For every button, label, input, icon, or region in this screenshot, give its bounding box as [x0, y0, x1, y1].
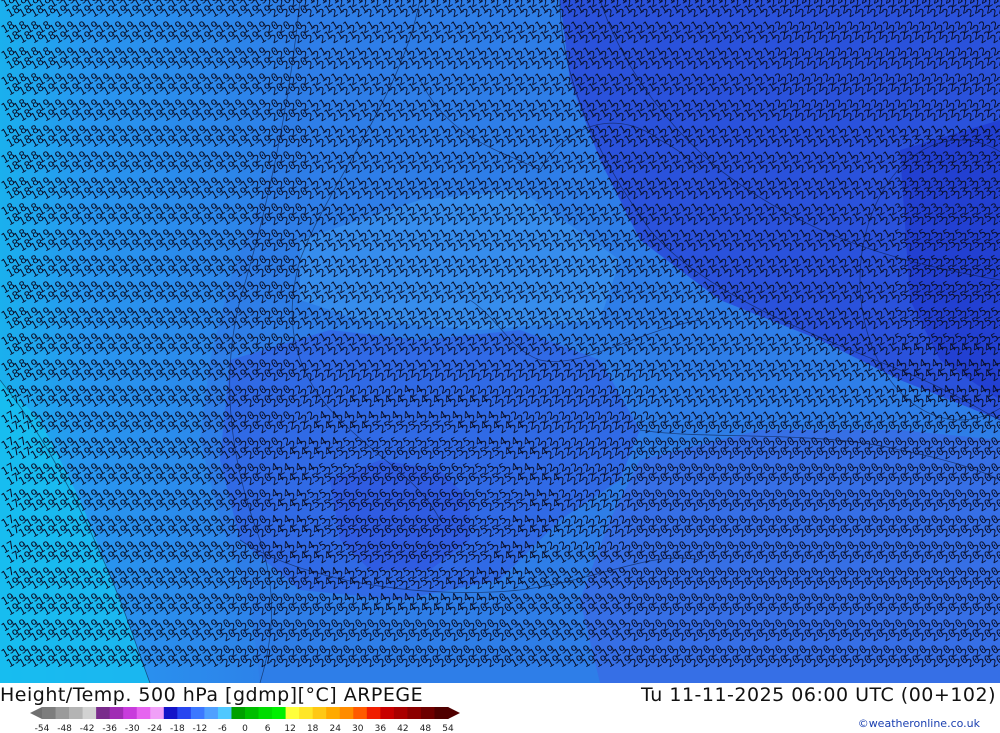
legend-swatch — [326, 707, 341, 719]
legend-swatch — [366, 707, 381, 719]
legend-tick-label: 6 — [265, 724, 271, 733]
legend-swatch — [150, 707, 165, 719]
legend-tick-label: -42 — [80, 724, 95, 733]
legend-arrow-left — [30, 707, 42, 719]
legend-tick-label: 0 — [242, 724, 248, 733]
legend-swatch — [245, 707, 260, 719]
legend-swatch — [96, 707, 111, 719]
map-title: Height/Temp. 500 hPa [gdmp][°C] ARPEGE — [0, 684, 423, 706]
legend-tick-label: 30 — [352, 724, 364, 733]
legend-swatch — [109, 707, 124, 719]
legend-swatch — [312, 707, 327, 719]
legend-swatch — [407, 707, 422, 719]
legend-arrow-right — [448, 707, 460, 719]
legend-tick-label: 12 — [284, 724, 295, 733]
legend-swatch — [380, 707, 395, 719]
legend-tick-label: -24 — [147, 724, 162, 733]
legend-swatch — [69, 707, 84, 719]
legend-swatch — [217, 707, 232, 719]
legend-swatch — [231, 707, 246, 719]
legend-swatch — [272, 707, 287, 719]
legend-tick-label: -48 — [57, 724, 72, 733]
legend-tick-label: 24 — [329, 724, 341, 733]
legend-tick-label: -6 — [218, 724, 227, 733]
legend-swatch — [82, 707, 97, 719]
legend-tick-label: 36 — [375, 724, 387, 733]
map-canvas: 1818181819191919191919191919191919191919… — [0, 0, 1000, 683]
legend-tick-label: 42 — [397, 724, 408, 733]
legend-swatch — [123, 707, 138, 719]
legend-swatch — [177, 707, 192, 719]
legend-tick-label: 48 — [420, 724, 432, 733]
legend-swatch — [190, 707, 205, 719]
credit-link[interactable]: ©weatheronline.co.uk — [858, 717, 980, 730]
legend-swatch — [136, 707, 151, 719]
legend-swatch — [420, 707, 435, 719]
legend-swatch — [353, 707, 368, 719]
legend-swatch — [339, 707, 354, 719]
weather-map[interactable]: 18 18 18 18 19 19 19 19 19 19 19 19 19 19 19 19 19 19 19 19… — [0, 0, 1000, 683]
legend-swatch — [55, 707, 70, 719]
legend-swatch — [434, 707, 449, 719]
legend-tick-label: -36 — [102, 724, 117, 733]
contour-labels: 1818181819191919191919191919191919191919… — [0, 0, 1000, 670]
legend-swatch — [393, 707, 408, 719]
map-footer: Height/Temp. 500 hPa [gdmp][°C] ARPEGE T… — [0, 683, 1000, 733]
legend-tick-label: 54 — [442, 724, 454, 733]
legend-tick-label: 18 — [307, 724, 319, 733]
map-timestamp: Tu 11-11-2025 06:00 UTC (00+102) — [641, 684, 996, 706]
legend-swatch — [299, 707, 314, 719]
legend-tick-label: -18 — [170, 724, 185, 733]
legend-swatch — [285, 707, 300, 719]
legend-tick-label: -54 — [35, 724, 50, 733]
legend-tick-label: -30 — [125, 724, 140, 733]
legend-swatch — [42, 707, 57, 719]
legend-swatch — [163, 707, 178, 719]
legend-tick-label: -12 — [193, 724, 208, 733]
legend-swatch — [204, 707, 219, 719]
color-legend: -54 -48 -42 -36 -30 -24 -18 -12 -6 0 6 12 18 24 30 36 42… — [30, 707, 460, 733]
legend-swatch — [258, 707, 273, 719]
